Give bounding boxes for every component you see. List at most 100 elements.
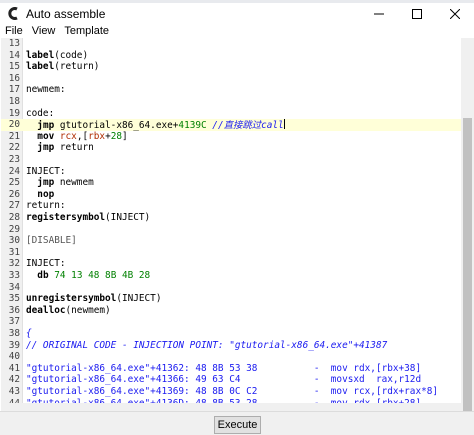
code-line[interactable]: 39 // ORIGINAL CODE - INJECTION POINT: "g… (1, 340, 461, 352)
code-token: [DISABLE] (26, 235, 77, 247)
vertical-scrollbar[interactable] (461, 38, 474, 413)
close-button[interactable] (436, 3, 474, 24)
line-number: 38 (8, 328, 20, 339)
maximize-icon (412, 8, 422, 19)
code-line[interactable]: 37 (1, 316, 461, 328)
code-token: dealloc (26, 304, 66, 316)
code-text: label(return) (26, 61, 99, 73)
code-token: //直接跳过call (206, 120, 284, 132)
code-token: 4139C (178, 120, 207, 132)
line-number: 22 (8, 142, 20, 154)
minimize-icon (374, 13, 384, 14)
line-number: 29 (8, 223, 20, 235)
code-line[interactable]: 34 (1, 282, 461, 294)
code-line[interactable]: 41 "gtutorial-x86_64.exe"+41362: 48 8B 53… (1, 363, 461, 375)
code-line[interactable]: 40 (1, 351, 461, 363)
code-token: INJECT: (26, 165, 66, 177)
code-line[interactable]: 32 INJECT: (1, 258, 461, 270)
code-text: INJECT: (26, 166, 66, 178)
code-line[interactable]: 38 { (1, 328, 461, 340)
code-token: nop (37, 188, 55, 200)
code-line[interactable]: 31 (1, 247, 461, 259)
minimize-button[interactable] (360, 3, 398, 24)
line-number: 20 (8, 119, 20, 131)
code-line[interactable]: 35 unregistersymbol(INJECT) (1, 293, 461, 305)
code-line[interactable]: 25 jmp newmem (1, 177, 461, 189)
line-number: 16 (8, 72, 20, 84)
code-line[interactable]: 42 "gtutorial-x86_64.exe"+41366: 49 63 C4… (1, 374, 461, 386)
code-line[interactable]: 24 INJECT: (1, 166, 461, 178)
code-line[interactable]: 14 label(code) (1, 50, 461, 62)
code-text: jmp newmem (26, 177, 93, 189)
vertical-scroll-thumb[interactable] (463, 118, 472, 413)
code-text: mov rcx,[rbx+28] (26, 130, 128, 143)
code-token: { (26, 328, 32, 339)
code-token: code: (26, 107, 55, 119)
code-line[interactable]: 33 db 74 13 48 8B 4B 28 (1, 270, 461, 282)
line-number: 35 (8, 293, 20, 305)
code-line[interactable]: 27 return: (1, 200, 461, 212)
line-number: 33 (8, 270, 20, 281)
code-text: [DISABLE] (26, 235, 77, 247)
menu-bar: File View Template (0, 24, 474, 38)
code-token: return: (26, 200, 66, 212)
code-token: gtutorial-x86_64.exe+ (54, 120, 179, 132)
code-token: INJECT: (26, 258, 66, 270)
code-token: jmp (37, 142, 55, 154)
code-text: newmem: (26, 84, 66, 96)
code-line[interactable]: 30 [DISABLE] (1, 235, 461, 247)
code-line[interactable]: 20 jmp gtutorial-x86_64.exe+4139C //直接跳过… (1, 119, 461, 131)
code-line[interactable]: 43 "gtutorial-x86_64.exe"+41369: 48 8B 0C… (1, 386, 461, 398)
execute-button[interactable]: Execute (214, 416, 261, 434)
code-line[interactable]: 22 jmp return (1, 142, 461, 154)
code-line[interactable]: 26 nop (1, 189, 461, 201)
code-line[interactable]: 16 (1, 73, 461, 85)
code-token: (newmem) (65, 304, 111, 316)
menu-template[interactable]: Template (60, 24, 113, 38)
menu-file[interactable]: File (1, 24, 27, 38)
text-caret (283, 119, 285, 130)
code-token: (code) (54, 49, 89, 61)
code-line[interactable]: 18 (1, 96, 461, 108)
code-text: nop (26, 189, 54, 201)
code-text: "gtutorial-x86_64.exe"+41362: 48 8B 53 3… (26, 363, 421, 375)
close-icon (450, 8, 460, 19)
code-line[interactable]: 36 dealloc(newmem) (1, 305, 461, 317)
code-token: (INJECT) (116, 293, 162, 305)
line-number: 36 (8, 304, 20, 316)
line-number: 17 (8, 84, 20, 96)
code-token: label (26, 49, 55, 61)
code-line[interactable]: 23 (1, 154, 461, 166)
line-number: 43 (8, 386, 20, 397)
code-editor[interactable]: 13 14 label(code) 15 label(return) 16 17 newmem… (1, 38, 461, 411)
code-line[interactable]: 21 mov rcx,[rbx+28] (1, 131, 461, 143)
line-number: 26 (8, 188, 20, 200)
line-number: 39 (8, 339, 20, 351)
bottom-panel: Execute (0, 411, 474, 435)
code-text: db 74 13 48 8B 4B 28 (26, 270, 150, 282)
line-number: 32 (8, 258, 20, 270)
line-number: 23 (8, 154, 20, 165)
horizontal-scrollbar[interactable] (1, 403, 461, 411)
code-line[interactable]: 19 code: (1, 108, 461, 120)
maximize-button[interactable] (398, 3, 436, 24)
code-token: ] (122, 130, 128, 142)
code-token: jmp (37, 120, 55, 132)
code-line[interactable]: 28 registersymbol(INJECT) (1, 212, 461, 224)
code-token: "gtutorial-x86_64.exe"+41366: 49 63 C4 -… (26, 374, 422, 386)
code-line[interactable]: 15 label(return) (1, 61, 461, 73)
code-token: registersymbol (26, 212, 106, 223)
code-line[interactable]: 29 (1, 224, 461, 236)
code-text: INJECT: (26, 258, 66, 270)
title-bar: Auto assemble (0, 3, 474, 24)
menu-view[interactable]: View (28, 24, 60, 38)
code-line[interactable]: 13 (1, 38, 461, 50)
code-text: registersymbol(INJECT) (26, 212, 150, 224)
line-number: 25 (8, 177, 20, 189)
code-line[interactable]: 17 newmem: (1, 84, 461, 96)
code-token: ,[ (76, 130, 89, 142)
code-token: mov (37, 130, 55, 142)
code-token: "gtutorial-x86_64.exe"+41369: 48 8B 0C C… (26, 386, 439, 397)
